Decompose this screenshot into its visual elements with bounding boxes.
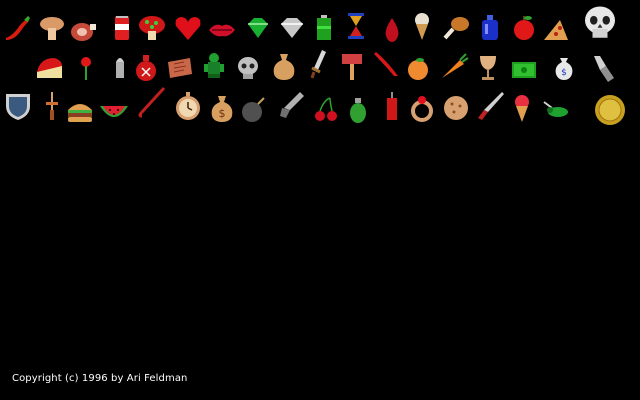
copyright-text: Copyright (c) 1996 by Ari Feldman	[12, 373, 188, 384]
orange-icon	[402, 52, 434, 84]
cane-icon	[136, 86, 168, 118]
ring-icon	[406, 92, 438, 124]
flashlight-icon	[586, 52, 618, 84]
hamburger-icon	[64, 96, 96, 128]
sprite-row-2: $	[0, 40, 640, 82]
mallet-icon	[336, 50, 368, 82]
green-idol-icon	[198, 50, 230, 82]
cheese-wedge-icon	[34, 52, 66, 84]
pocket-watch-icon	[172, 90, 204, 122]
ice-cream-scoop-icon	[506, 92, 538, 124]
grenade-icon	[342, 94, 374, 126]
shield-icon	[2, 90, 34, 122]
dynamite-icon	[376, 90, 408, 122]
hourglass-icon	[340, 10, 372, 42]
sack-icon	[268, 50, 300, 82]
poison-flask-icon	[130, 52, 162, 84]
pistol-icon	[274, 90, 306, 122]
money-bag-small-icon: $	[548, 52, 580, 84]
goblet-icon	[472, 52, 504, 84]
sprite-row-1	[0, 0, 640, 42]
sprite-row-3: $	[0, 82, 640, 125]
carrot-icon	[438, 50, 470, 82]
knife-icon	[474, 90, 506, 122]
ice-cream-cone-icon	[406, 10, 438, 42]
cherries-icon	[310, 94, 342, 126]
scroll-icon	[164, 52, 196, 84]
svg-text:$: $	[219, 107, 226, 120]
bomb-icon	[238, 94, 270, 126]
gold-coin-icon	[594, 94, 626, 126]
sword-icon	[304, 48, 336, 80]
cookie-icon	[440, 92, 472, 124]
grey-skull-icon	[232, 52, 264, 84]
money-bag-icon: $	[206, 92, 238, 124]
sprite-sheet: $ $	[0, 0, 640, 400]
red-feather-icon	[370, 48, 402, 80]
skull-icon	[580, 4, 620, 44]
green-beetle-icon	[540, 92, 572, 124]
svg-text:$: $	[561, 68, 567, 78]
cherry-pin-icon	[72, 52, 104, 84]
watermelon-icon	[98, 96, 130, 128]
